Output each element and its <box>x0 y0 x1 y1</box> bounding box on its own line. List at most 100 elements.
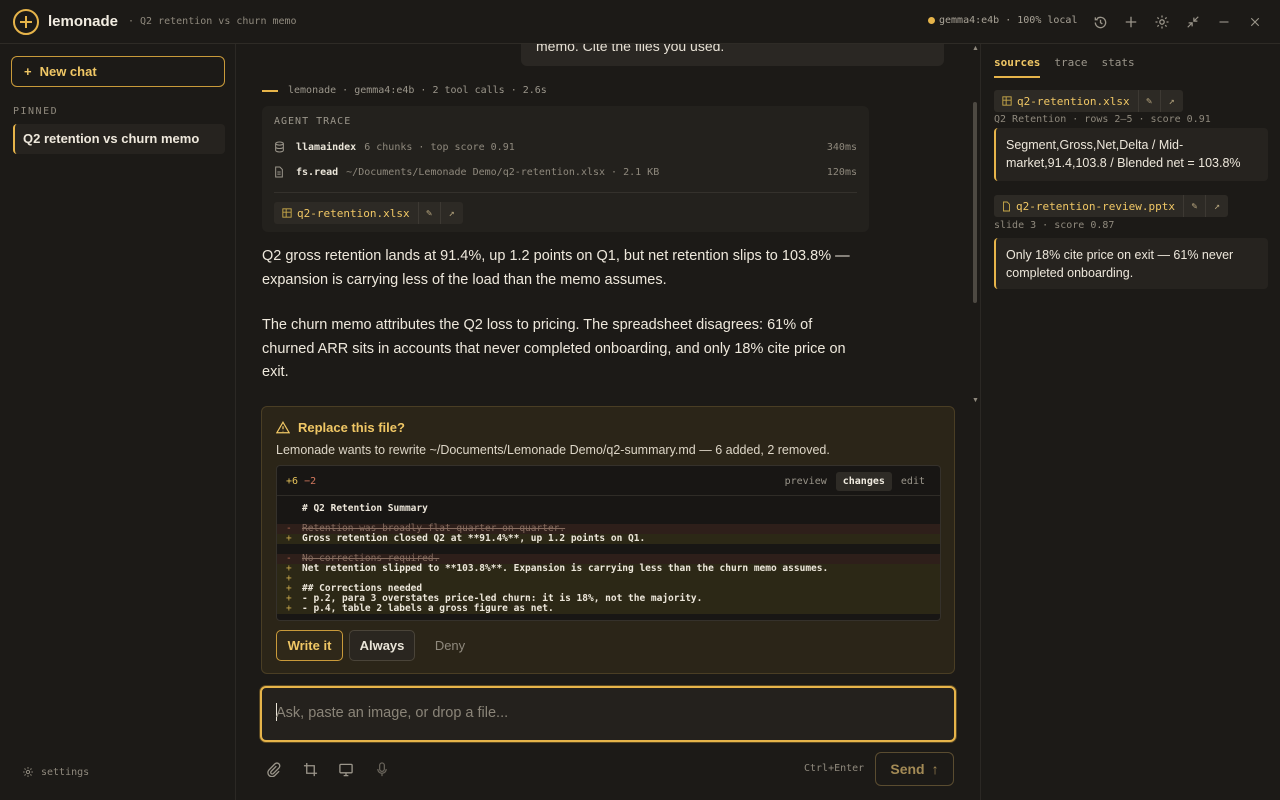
diff-added-count: +6 <box>286 476 299 487</box>
diff-line-text: Net retention slipped to **103.8%**. Exp… <box>302 563 829 574</box>
paperclip-icon[interactable] <box>264 760 282 778</box>
brand-name: lemonade <box>48 13 119 30</box>
diff-line-plus: + Gross retention closed Q2 at **91.4%**,… <box>277 534 940 544</box>
trace-tool-name: llamaindex <box>296 141 357 153</box>
diff-line-sign: + <box>286 533 292 544</box>
diff-line-plus: + - p.4, table 2 labels a gross figure as… <box>277 604 940 614</box>
file-icon <box>1003 201 1010 211</box>
diff-line-sign: + <box>286 603 292 614</box>
meta-tool-calls: 2 tool calls <box>432 85 505 96</box>
permission-title-text: Replace this file? <box>298 420 405 435</box>
diff-line-context: # Q2 Retention Summary <box>277 504 940 514</box>
tab-trace[interactable]: trace <box>1054 56 1087 78</box>
diff-viewer: +6 −2 preview changes edit # Q2 Retentio… <box>276 465 941 621</box>
diff-header: +6 −2 preview changes edit <box>277 466 940 496</box>
tab-preview[interactable]: preview <box>778 472 834 491</box>
send-button[interactable]: Send ↑ <box>875 752 954 786</box>
deny-button[interactable]: Deny <box>425 630 475 661</box>
gear-icon <box>23 767 33 777</box>
edit-pencil-icon[interactable]: ✎ <box>419 202 441 224</box>
trace-tool-detail: ~/Documents/Lemonade Demo/q2-retention.x… <box>346 166 660 178</box>
message-input[interactable] <box>276 702 936 724</box>
user-message-text: memo. Cite the files you used. <box>536 44 725 54</box>
scroll-down-arrow-icon[interactable]: ▼ <box>972 397 979 404</box>
always-button[interactable]: Always <box>349 630 415 661</box>
meta-model: gemma4:e4b <box>354 85 415 96</box>
crop-icon[interactable] <box>301 760 319 778</box>
new-tab-plus-icon[interactable] <box>1121 12 1141 32</box>
spreadsheet-icon <box>1002 96 1012 106</box>
tab-sources[interactable]: sources <box>994 56 1041 78</box>
source-meta: slide 3 · score 0.87 <box>994 220 1115 231</box>
scroll-up-arrow-icon[interactable]: ▲ <box>972 45 979 52</box>
close-icon[interactable] <box>1245 12 1265 32</box>
attachment-file[interactable]: q2-retention.xlsx <box>274 202 419 224</box>
source-file-chip[interactable]: q2-retention-review.pptx ✎ ↗ <box>994 195 1228 217</box>
source-meta: Q2 Retention · rows 2–5 · score 0.91 <box>994 114 1211 125</box>
database-icon <box>274 141 286 153</box>
trace-divider <box>274 192 857 193</box>
history-icon[interactable] <box>1090 12 1110 32</box>
source-file-chip[interactable]: q2-retention.xlsx ✎ ↗ <box>994 90 1183 112</box>
source-file[interactable]: q2-retention.xlsx <box>994 90 1139 112</box>
app-window: lemonade · Q2 retention vs churn memo ge… <box>0 0 1280 800</box>
edit-pencil-icon[interactable]: ✎ <box>1184 195 1206 217</box>
open-external-icon[interactable]: ↗ <box>1161 90 1183 112</box>
diff-stats: +6 −2 <box>286 476 316 487</box>
agent-trace-title: AGENT TRACE <box>274 116 352 127</box>
sources-panel: sources trace stats q2-retention.xlsx ✎ … <box>980 44 1280 800</box>
warning-icon <box>276 421 290 434</box>
new-chat-button[interactable]: + New chat <box>11 56 225 87</box>
tab-stats[interactable]: stats <box>1101 56 1134 78</box>
new-chat-label: New chat <box>39 64 97 79</box>
composer <box>260 686 956 742</box>
answer-paragraph-2: The churn memo attributes the Q2 loss to… <box>262 317 846 380</box>
tab-changes[interactable]: changes <box>835 472 892 491</box>
send-label: Send <box>890 761 925 777</box>
source-quote: Only 18% cite price on exit — 61% never … <box>994 238 1268 289</box>
diff-line-text: Gross retention closed Q2 at **91.4%**, … <box>302 533 646 544</box>
assistant-message-meta: lemonade · gemma4:e4b · 2 tool calls · 2… <box>262 85 547 96</box>
meta-duration: 2.6s <box>522 85 547 96</box>
microphone-icon[interactable] <box>373 760 391 778</box>
scrollbar-thumb[interactable] <box>973 102 977 303</box>
trace-row-fs-read[interactable]: fs.read ~/Documents/Lemonade Demo/q2-ret… <box>274 164 857 180</box>
trace-tool-time: 120ms <box>826 166 857 178</box>
breadcrumb: · Q2 retention vs churn memo <box>128 16 297 27</box>
write-it-button[interactable]: Write it <box>276 630 343 661</box>
sidebar: + New chat PINNED Q2 retention vs churn … <box>0 44 236 800</box>
minimize-icon[interactable] <box>1214 12 1234 32</box>
pinned-chat-item[interactable]: Q2 retention vs churn memo <box>13 124 225 154</box>
permission-title: Replace this file? <box>276 420 405 435</box>
settings-link[interactable]: settings <box>22 766 89 778</box>
chat-area: memo. Cite the files you used. lemonade … <box>236 44 980 800</box>
plus-icon: + <box>24 64 32 79</box>
open-external-icon[interactable]: ↗ <box>1206 195 1228 217</box>
open-external-icon[interactable]: ↗ <box>441 202 463 224</box>
diff-removed-count: −2 <box>304 476 317 487</box>
monitor-icon[interactable] <box>337 760 355 778</box>
collapse-icon[interactable] <box>1183 12 1203 32</box>
user-message-bubble: memo. Cite the files you used. <box>521 44 944 66</box>
source-file[interactable]: q2-retention-review.pptx <box>994 195 1184 217</box>
tab-edit[interactable]: edit <box>894 472 932 491</box>
settings-label: settings <box>41 766 90 778</box>
diff-line-text: # Q2 Retention Summary <box>302 503 428 514</box>
source-filename: q2-retention-review.pptx <box>1016 199 1175 213</box>
model-status-label: gemma4:e4b · 100% local <box>939 15 1078 26</box>
file-write-permission-card: Replace this file? Lemonade wants to rew… <box>261 406 955 674</box>
trace-tool-name: fs.read <box>296 166 339 178</box>
diff-view-tabs: preview changes edit <box>778 472 932 491</box>
trace-tool-detail: 6 chunks · top score 0.91 <box>364 141 515 153</box>
attachment-filename: q2-retention.xlsx <box>297 206 410 220</box>
meta-separator: · <box>420 85 427 96</box>
source-quote: Segment,Gross,Net,Delta / Mid-market,91.… <box>994 128 1268 181</box>
gear-icon[interactable] <box>1152 12 1172 32</box>
trace-row-llamaindex[interactable]: llamaindex 6 chunks · top score 0.91 340… <box>274 139 857 155</box>
permission-description: Lemonade wants to rewrite ~/Documents/Le… <box>276 443 830 457</box>
attachment-chip[interactable]: q2-retention.xlsx ✎ ↗ <box>274 202 463 224</box>
meta-author: lemonade <box>288 85 337 96</box>
title-bar: lemonade · Q2 retention vs churn memo ge… <box>0 0 1280 44</box>
accent-line-icon <box>262 89 278 92</box>
edit-pencil-icon[interactable]: ✎ <box>1139 90 1161 112</box>
